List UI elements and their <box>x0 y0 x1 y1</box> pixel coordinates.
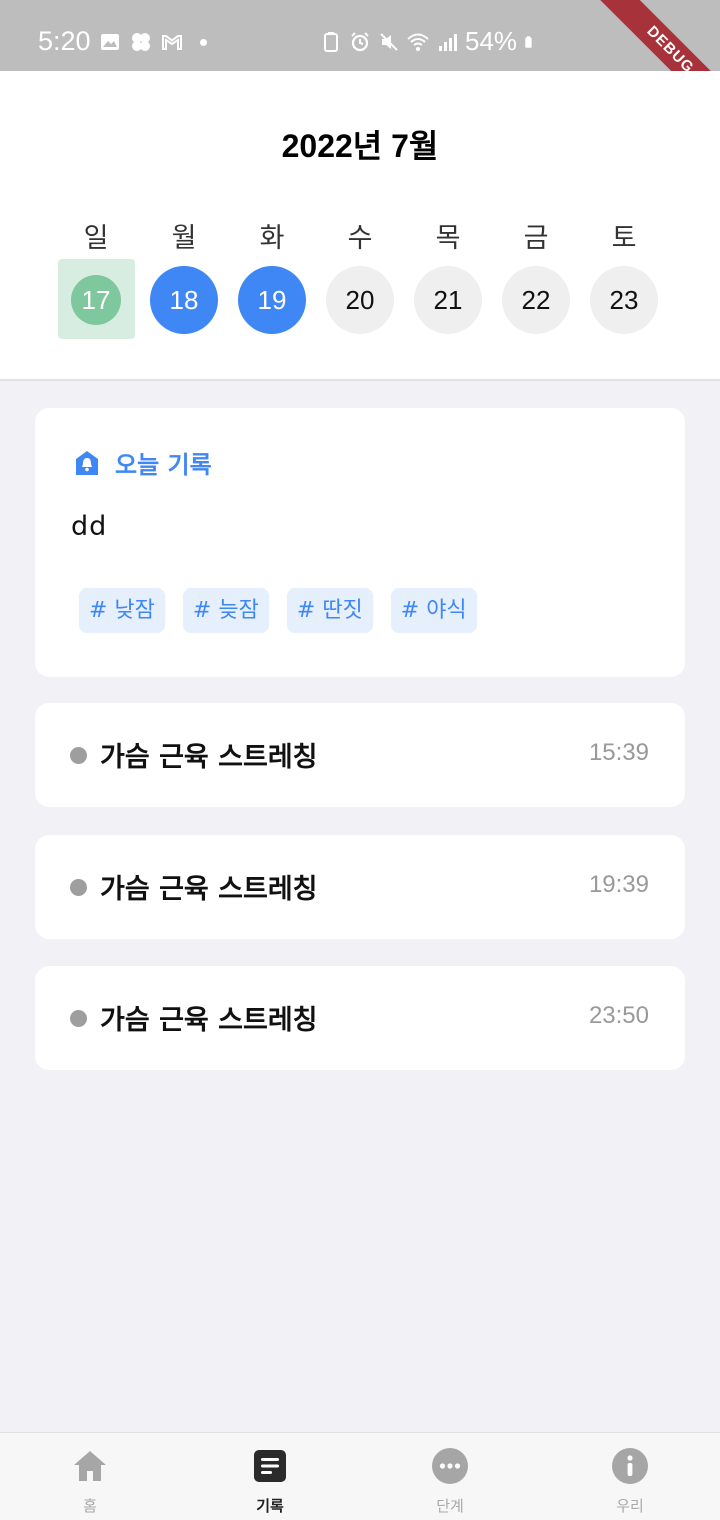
date-circle[interactable]: 18 <box>150 266 218 334</box>
battery-percent: 54% <box>465 26 518 56</box>
calendar-header: 2022년 7월 일 17 월 18 화 19 수 20 목 21 금 22 토 <box>0 71 720 381</box>
weekday-label: 화 <box>259 223 285 254</box>
record-bullet <box>70 879 87 896</box>
week-strip: 일 17 월 18 화 19 수 20 목 21 금 22 토 23 <box>52 221 668 339</box>
tag-chip[interactable]: # 늦잠 <box>182 588 269 633</box>
day-thu[interactable]: 목 21 <box>404 221 492 334</box>
nav-home[interactable]: 홈 <box>0 1433 180 1520</box>
date-circle[interactable]: 20 <box>326 266 394 334</box>
record-title: 가슴 근육 스트레칭 <box>100 1005 318 1036</box>
record-item[interactable]: 가슴 근육 스트레칭 23:50 <box>35 966 685 1070</box>
day-mon[interactable]: 월 18 <box>140 221 228 334</box>
tag-chip[interactable]: # 딴짓 <box>286 588 373 633</box>
record-bullet <box>70 1010 87 1027</box>
weekday-label: 수 <box>347 223 373 254</box>
status-bar: 5:20 54% <box>0 0 720 71</box>
more-notifications-dot <box>200 38 207 46</box>
record-time: 15:39 <box>588 739 649 766</box>
weekday-label: 토 <box>611 223 637 254</box>
record-bullet <box>70 747 87 764</box>
nav-us[interactable]: 우리 <box>540 1433 720 1520</box>
house-bell-icon <box>76 450 98 475</box>
record-title: 가슴 근육 스트레칭 <box>100 742 318 773</box>
more-dots-icon <box>432 1448 468 1484</box>
date-circle[interactable]: 19 <box>238 266 306 334</box>
today-record-title: 오늘 기록 <box>115 451 212 479</box>
weekday-label: 금 <box>523 223 549 254</box>
nav-label: 홈 <box>83 1497 97 1515</box>
date-circle[interactable]: 21 <box>414 266 482 334</box>
day-wed[interactable]: 수 20 <box>316 221 404 334</box>
nav-label: 단계 <box>436 1497 464 1515</box>
signal-icon <box>439 33 457 51</box>
gmail-icon <box>162 35 182 50</box>
home-icon <box>74 1451 106 1481</box>
record-title: 가슴 근육 스트레칭 <box>100 874 318 905</box>
today-record-header: 오늘 기록 <box>73 445 212 480</box>
weekday-label: 일 <box>83 223 109 254</box>
tag-list: # 낮잠 # 늦잠 # 딴짓 # 야식 <box>79 588 477 633</box>
day-sat[interactable]: 토 23 <box>580 221 668 334</box>
month-title: 2022년 7월 <box>281 128 439 164</box>
notification-icons <box>99 31 207 53</box>
record-time: 19:39 <box>588 871 649 898</box>
day-tue[interactable]: 화 19 <box>228 221 316 334</box>
tag-chip[interactable]: # 야식 <box>390 588 477 633</box>
date-circle[interactable]: 23 <box>590 266 658 334</box>
system-icons: 54% <box>320 26 538 57</box>
today-record-text: dd <box>71 511 108 542</box>
record-time: 23:50 <box>588 1002 649 1029</box>
today-record-card[interactable]: 오늘 기록 dd # 낮잠 # 늦잠 # 딴짓 # 야식 <box>35 408 685 677</box>
tag-chip[interactable]: # 낮잠 <box>79 588 165 633</box>
date-circle-today[interactable]: 17 <box>71 275 121 325</box>
nav-steps[interactable]: 단계 <box>360 1433 540 1520</box>
battery-saver-icon <box>324 31 338 52</box>
day-fri[interactable]: 금 22 <box>492 221 580 334</box>
day-sun[interactable]: 일 17 <box>52 221 140 339</box>
bottom-navigation: 홈 기록 단계 우리 <box>0 1432 720 1520</box>
gallery-icon <box>101 34 119 50</box>
nav-label: 우리 <box>616 1497 644 1515</box>
record-item[interactable]: 가슴 근육 스트레칭 19:39 <box>35 835 685 939</box>
weekday-label: 월 <box>171 223 197 254</box>
mute-icon <box>380 32 398 51</box>
record-item[interactable]: 가슴 근육 스트레칭 15:39 <box>35 703 685 807</box>
status-time: 5:20 <box>38 26 91 56</box>
info-icon <box>612 1448 648 1484</box>
date-circle[interactable]: 22 <box>502 266 570 334</box>
weekday-label: 목 <box>435 223 461 254</box>
alarm-icon <box>351 31 369 51</box>
nav-records[interactable]: 기록 <box>180 1433 360 1520</box>
nav-label: 기록 <box>256 1497 284 1515</box>
battery-icon <box>525 35 532 48</box>
puzzle-icon <box>132 33 150 51</box>
document-icon <box>254 1450 286 1482</box>
wifi-icon <box>407 33 429 51</box>
